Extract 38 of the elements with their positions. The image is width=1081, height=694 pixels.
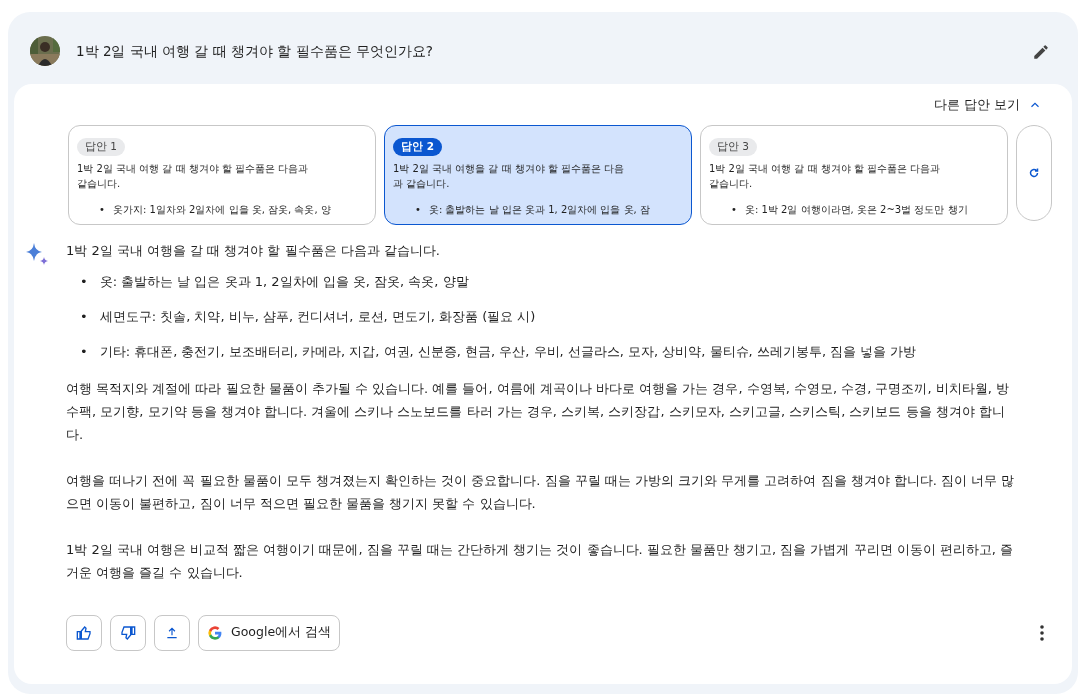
draft-label: 답안 2	[393, 137, 442, 156]
draft-bullet-text: 옷: 1박 2일 여행이라면, 옷은 2~3벌 정도만 챙기	[744, 202, 968, 217]
refresh-icon	[1028, 166, 1040, 179]
thumbs-up-icon	[76, 624, 92, 641]
bullet-marker: •	[99, 202, 105, 217]
draft-label: 답안 3	[709, 137, 758, 156]
share-button[interactable]	[154, 614, 190, 651]
bullet-marker: •	[80, 342, 88, 361]
answer-bullet: 세면도구: 칫솔, 치약, 비누, 샴푸, 컨디셔너, 로션, 면도기, 화장품 (필요 시)	[99, 307, 536, 326]
answer-bullet: 옷: 출발하는 날 입은 옷과 1, 2일차에 입을 옷, 잠옷, 속옷, 양말	[99, 272, 469, 291]
draft-label: 답안 1	[77, 137, 126, 156]
thumbs-up-button[interactable]	[66, 614, 102, 651]
edit-icon[interactable]	[1032, 42, 1050, 61]
answer-paragraph: 여행을 떠나기 전에 꼭 필요한 물품이 모두 챙겨졌는지 확인하는 것이 중요합니다. 짐을 꾸릴 때는 가방의 크기와 무게를 고려하여 짐을 챙겨야 합니다. 짐이 너무 많으면 이동이 불편하고, 짐이 너무 적으면 필요한 물품을 챙기지 못할 수 있습니다.	[66, 471, 1016, 513]
question-text: 1박 2일 국내 여행 갈 때 챙겨야 할 필수품은 무엇인가요?	[76, 41, 433, 61]
thumbs-down-icon	[120, 624, 136, 641]
drafts-toggle[interactable]: 다른 답안 보기	[930, 94, 1046, 117]
google-search-button[interactable]: Google에서 검색	[198, 614, 341, 651]
bullet-marker: •	[415, 202, 421, 217]
draft-text: 1박 2일 국내 여행을 갈 때 챙겨야 할 필수품은 다음과 같습니다.	[393, 161, 626, 191]
google-logo	[207, 624, 223, 641]
draft-bullet-text: 옷: 출발하는 날 입은 옷과 1, 2일차에 입을 옷, 잠	[428, 202, 650, 217]
draft-card[interactable]: 답안 2 1박 2일 국내 여행을 갈 때 챙겨야 할 필수품은 다음과 같습니다. • 옷: 출발하는 날 입은 옷과 1, 2일차에 입을 옷, 잠	[384, 124, 692, 225]
draft-bullet-text: 옷가지: 1일차와 2일차에 입을 옷, 잠옷, 속옷, 양	[112, 202, 331, 217]
answer-intro: 1박 2일 국내 여행을 갈 때 챙겨야 할 필수품은 다음과 같습니다.	[66, 241, 441, 260]
draft-text: 1박 2일 국내 여행 갈 때 챙겨야 할 필수품은 다음과 같습니다.	[77, 161, 310, 191]
upload-icon	[165, 625, 179, 640]
more-options-icon[interactable]	[1040, 624, 1044, 641]
answer-paragraph: 1박 2일 국내 여행은 비교적 짧은 여행이기 때문에, 짐을 꾸릴 때는 간단하게 챙기는 것이 좋습니다. 필요한 물품만 챙기고, 짐을 가볍게 꾸리면 이동이 편리하고, 즐거운 여행을 즐길 수 있습니다.	[66, 540, 1015, 582]
bullet-marker: •	[80, 307, 88, 326]
bullet-marker: •	[80, 272, 88, 291]
draft-card[interactable]: 답안 3 1박 2일 국내 여행 갈 때 챙겨야 할 필수품은 다음과 같습니다. • 옷: 1박 2일 여행이라면, 옷은 2~3벌 정도만 챙기	[700, 124, 1008, 225]
thumbs-down-button[interactable]	[110, 614, 146, 651]
answer-bullet: 기타: 휴대폰, 충전기, 보조배터리, 카메라, 지갑, 여권, 신분증, 현금, 우산, 우비, 선글라스, 모자, 상비약, 물티슈, 쓰레기봉투, 짐을 넣을 가방	[99, 342, 917, 361]
answer-paragraph: 여행 목적지와 계절에 따라 필요한 물품이 추가될 수 있습니다. 예를 들어, 여름에 계곡이나 바다로 여행을 가는 경우, 수영복, 수영모, 수경, 구명조끼, 비치타월, 방수팩, 모기향, 모기약 등을 챙겨야 합니다. 겨울에 스키나 스노보드를 타러 가는 경우, 스키복, 스키장갑, 스키모자, 스키고글, 스키스틱, 스키보드 등을 챙겨야 합니다.	[66, 379, 1010, 444]
draft-card[interactable]: 답안 1 1박 2일 국내 여행 갈 때 챙겨야 할 필수품은 다음과 같습니다. • 옷가지: 1일차와 2일차에 입을 옷, 잠옷, 속옷, 양	[68, 124, 376, 225]
draft-text: 1박 2일 국내 여행 갈 때 챙겨야 할 필수품은 다음과 같습니다.	[709, 161, 942, 191]
bullet-marker: •	[731, 202, 737, 217]
